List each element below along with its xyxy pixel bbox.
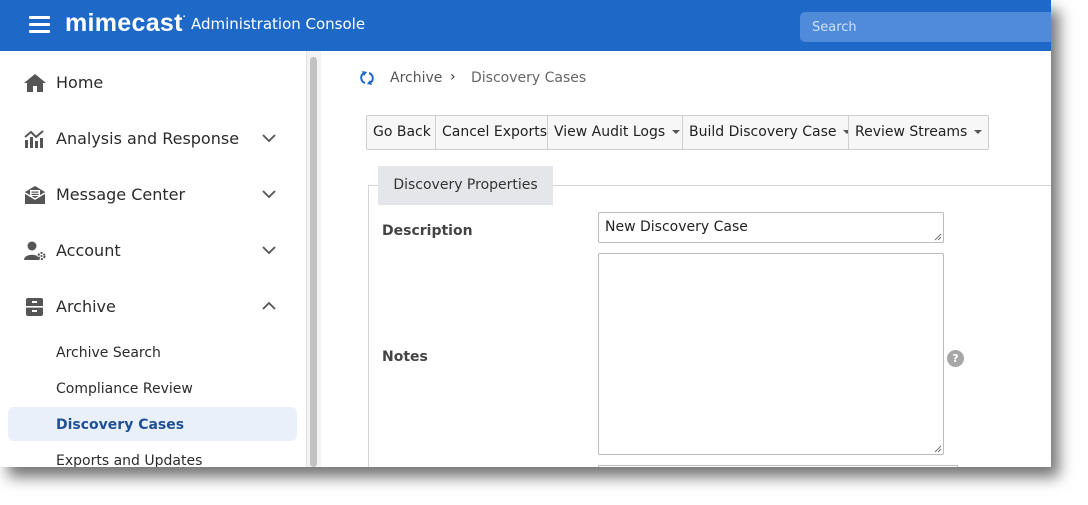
sidebar-item-label: Message Center — [56, 185, 186, 204]
user-gear-icon — [24, 241, 46, 260]
sidebar-subitem-exports-and-updates[interactable]: Exports and Updates — [8, 444, 297, 467]
review-streams-dropdown[interactable]: Review Streams — [848, 115, 990, 150]
sidebar-subitem-label: Archive Search — [56, 345, 161, 361]
description-label: Description — [382, 223, 473, 239]
go-back-button[interactable]: Go Back — [366, 115, 438, 150]
sidebar-subitem-label: Discovery Cases — [56, 417, 185, 433]
chevron-down-icon — [262, 134, 276, 143]
breadcrumb-current: Discovery Cases — [471, 70, 587, 86]
main-content: Archive › Discovery Cases Go Back Cancel… — [320, 51, 1051, 467]
search-input[interactable] — [800, 12, 1051, 42]
description-field[interactable]: New Discovery Case — [598, 212, 944, 243]
breadcrumb-separator: › — [450, 69, 456, 85]
sidebar-item-message-center[interactable]: Message Center — [0, 175, 306, 215]
mail-icon — [24, 186, 46, 204]
sidebar-item-archive[interactable]: Archive — [0, 287, 306, 327]
hamburger-menu-icon[interactable] — [29, 15, 50, 35]
top-bar: mimecast. Administration Console — [0, 0, 1051, 51]
chevron-up-icon — [262, 301, 276, 310]
sidebar-item-account[interactable]: Account — [0, 231, 306, 271]
sidebar-subitem-discovery-cases[interactable]: Discovery Cases — [8, 407, 297, 441]
sidebar-subitem-label: Exports and Updates — [56, 453, 203, 467]
home-icon — [24, 74, 46, 92]
sidebar-item-analysis-and-response[interactable]: Analysis and Response — [0, 119, 306, 159]
build-discovery-case-dropdown[interactable]: Build Discovery Case — [682, 115, 859, 150]
chart-icon — [24, 130, 44, 148]
view-audit-logs-dropdown[interactable]: View Audit Logs — [547, 115, 688, 150]
breadcrumb-archive-link[interactable]: Archive — [390, 70, 442, 86]
sidebar-subitem-archive-search[interactable]: Archive Search — [8, 336, 297, 370]
sidebar-item-label: Archive — [56, 297, 116, 316]
sidebar-subitem-label: Compliance Review — [56, 381, 193, 397]
mimecast-logo: mimecast. — [65, 9, 186, 37]
sidebar-subitem-compliance-review[interactable]: Compliance Review — [8, 372, 297, 406]
chevron-down-icon — [262, 246, 276, 255]
cancel-exports-button[interactable]: Cancel Exports — [435, 115, 554, 150]
refresh-icon[interactable] — [360, 70, 374, 86]
tab-discovery-properties[interactable]: Discovery Properties — [378, 166, 553, 205]
sidebar-scrollbar-thumb[interactable] — [310, 57, 317, 467]
help-icon[interactable]: ? — [947, 350, 964, 367]
sidebar-item-home[interactable]: Home — [0, 63, 306, 103]
sidebar: Home Analysis and Response Message Cente… — [0, 51, 306, 467]
caret-down-icon — [974, 130, 983, 134]
notes-field[interactable] — [598, 253, 944, 455]
sidebar-item-label: Account — [56, 241, 121, 260]
archive-box-icon — [26, 298, 43, 316]
chevron-down-icon — [262, 190, 276, 199]
notes-label: Notes — [382, 349, 428, 365]
app-window: mimecast. Administration Console Home An… — [0, 0, 1051, 467]
app-title: Administration Console — [191, 15, 366, 33]
next-field-partial[interactable] — [598, 465, 958, 467]
sidebar-item-label: Analysis and Response — [56, 129, 240, 148]
caret-down-icon — [672, 130, 681, 134]
sidebar-item-label: Home — [56, 73, 104, 92]
